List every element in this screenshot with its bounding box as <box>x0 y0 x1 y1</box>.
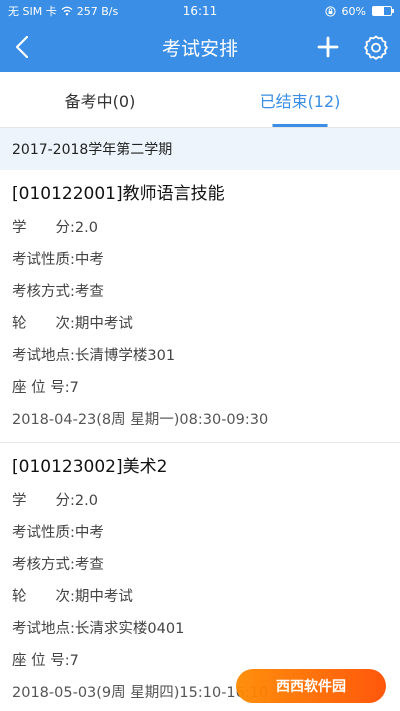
assess-label: 考核方式: <box>12 557 75 573</box>
watermark-logo: 西西软件园 <box>236 669 386 703</box>
status-right: 60% <box>324 4 394 18</box>
round-row: 轮 次: 期中考试 <box>12 581 388 613</box>
place-row: 考试地点: 长清博学楼301 <box>12 340 388 372</box>
battery-icon <box>372 6 394 16</box>
credit-row: 学 分: 2.0 <box>12 212 388 244</box>
exam-card[interactable]: [010122001]教师语言技能 学 分: 2.0 考试性质: 中考 考核方式… <box>0 170 400 443</box>
round-value: 期中考试 <box>74 589 133 605</box>
exam-time: 2018-04-23(8周 星期一)08:30-09:30 <box>12 412 269 428</box>
round-row: 轮 次: 期中考试 <box>12 308 388 340</box>
net-speed: 257 B/s <box>76 4 119 18</box>
sim-status: 无 SIM 卡 <box>8 5 57 18</box>
place-label: 考试地点: <box>12 621 75 637</box>
seat-label: 座 位 号: <box>12 380 70 396</box>
nature-value: 中考 <box>74 252 104 268</box>
nature-value: 中考 <box>74 525 104 541</box>
status-bar: 无 SIM 卡 257 B/s 16:11 60% <box>0 0 400 22</box>
assess-value: 考查 <box>74 284 104 300</box>
gear-icon <box>364 35 388 60</box>
credit-value: 2.0 <box>74 493 98 509</box>
nature-label: 考试性质: <box>12 525 75 541</box>
tab-preparing[interactable]: 备考中(0) <box>0 72 200 127</box>
place-value: 长清求实楼0401 <box>74 621 185 637</box>
lock-rotation-icon <box>324 5 336 17</box>
nature-label: 考试性质: <box>12 252 75 268</box>
status-left: 无 SIM 卡 257 B/s <box>8 3 118 19</box>
round-value: 期中考试 <box>74 316 133 332</box>
assess-label: 考核方式: <box>12 284 75 300</box>
credit-value: 2.0 <box>74 220 98 236</box>
nature-row: 考试性质: 中考 <box>12 517 388 549</box>
assess-row: 考核方式: 考查 <box>12 549 388 581</box>
app-bar-actions <box>304 22 400 72</box>
assess-value: 考查 <box>74 557 104 573</box>
plus-icon <box>317 36 339 58</box>
place-label: 考试地点: <box>12 348 75 364</box>
semester-header: 2017-2018学年第二学期 <box>0 128 400 170</box>
exam-title: [010122001]教师语言技能 <box>12 184 225 204</box>
battery-percent: 60% <box>341 4 366 18</box>
credit-label: 学 分: <box>12 220 75 236</box>
chevron-left-icon <box>15 35 29 59</box>
nature-row: 考试性质: 中考 <box>12 244 388 276</box>
settings-button[interactable] <box>352 22 400 72</box>
add-button[interactable] <box>304 22 352 72</box>
wifi-icon <box>61 6 73 16</box>
credit-label: 学 分: <box>12 493 75 509</box>
assess-row: 考核方式: 考查 <box>12 276 388 308</box>
seat-value: 7 <box>69 653 79 669</box>
battery-fill <box>373 7 384 15</box>
seat-value: 7 <box>69 380 79 396</box>
tab-finished[interactable]: 已结束(12) <box>200 72 400 127</box>
tab-bar: 备考中(0) 已结束(12) <box>0 72 400 128</box>
exam-title: [010123002]美术2 <box>12 457 168 477</box>
round-label: 轮 次: <box>12 589 75 605</box>
seat-label: 座 位 号: <box>12 653 70 669</box>
seat-row: 座 位 号: 7 <box>12 372 388 404</box>
app-bar: 考试安排 <box>0 22 400 72</box>
exam-list: [010122001]教师语言技能 学 分: 2.0 考试性质: 中考 考核方式… <box>0 170 400 711</box>
back-button[interactable] <box>0 22 44 72</box>
place-row: 考试地点: 长清求实楼0401 <box>12 613 388 645</box>
round-label: 轮 次: <box>12 316 75 332</box>
credit-row: 学 分: 2.0 <box>12 485 388 517</box>
place-value: 长清博学楼301 <box>74 348 176 364</box>
